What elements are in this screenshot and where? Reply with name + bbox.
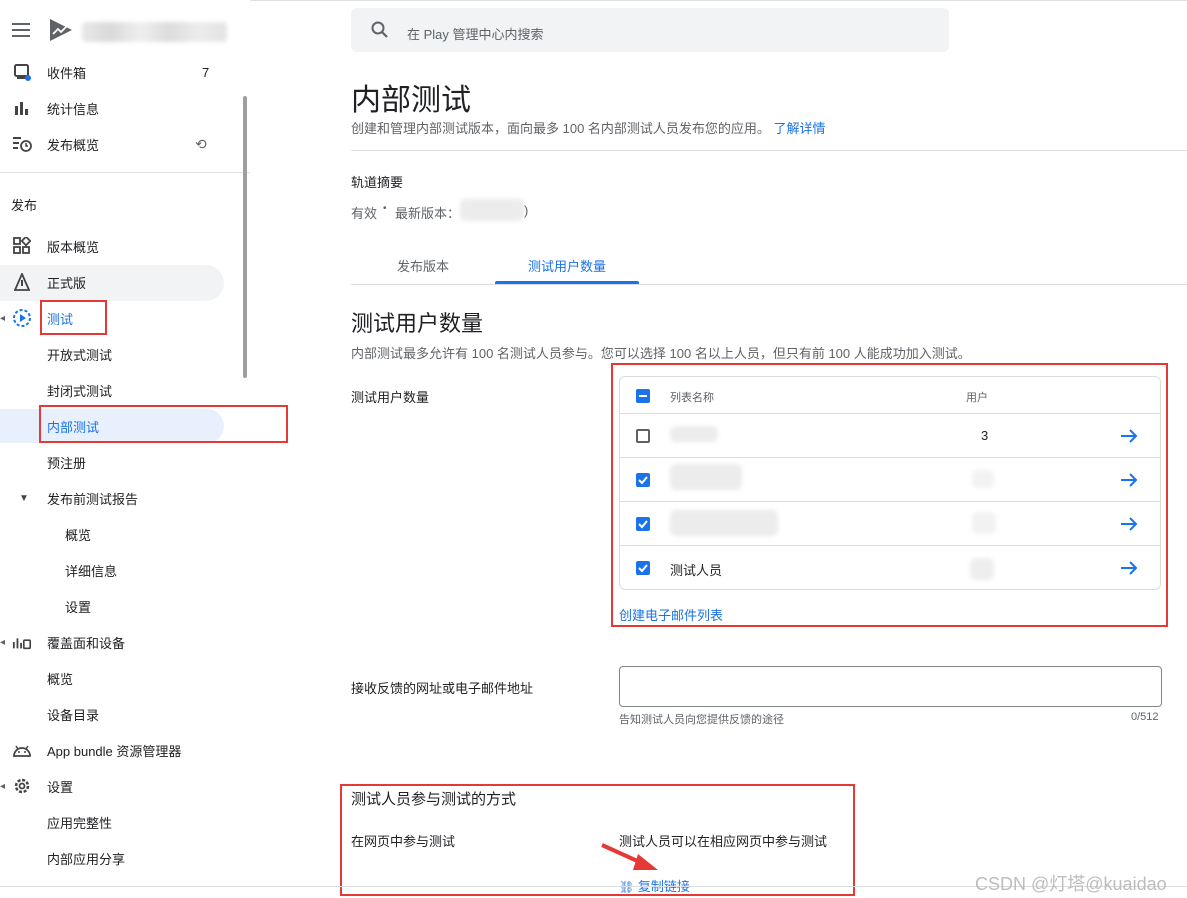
learn-more-link[interactable]: 了解详情 <box>774 121 826 136</box>
track-status: 有效 <box>351 206 378 221</box>
annotation-box-internal-testing <box>39 405 288 443</box>
sidebar-item-label: 详细信息 <box>65 563 118 579</box>
hover-highlight <box>0 265 224 301</box>
menu-icon[interactable] <box>12 23 30 37</box>
devices-chart-icon <box>12 632 32 652</box>
sidebar-item-label: 预注册 <box>47 455 87 471</box>
sidebar-item-label: 设置 <box>65 599 92 615</box>
collapse-caret-icon: ◂ <box>0 636 6 648</box>
gear-icon <box>12 776 32 796</box>
android-icon <box>12 740 32 760</box>
testers-section-title: 测试用户数量 <box>351 311 484 336</box>
sidebar-item-label: 版本概览 <box>47 239 100 255</box>
version-blurred <box>460 199 524 221</box>
sidebar-item-label: App bundle 资源管理器 <box>47 743 182 759</box>
sidebar-item-label: 内部应用分享 <box>47 851 126 867</box>
sidebar-item-label: 收件箱 <box>47 65 87 81</box>
feedback-counter: 0/512 <box>1131 711 1159 723</box>
testers-section-desc: 内部测试最多允许有 100 名测试人员参与。您可以选择 100 名以上人员，但只… <box>351 346 971 361</box>
tab-releases[interactable]: 发布版本 <box>351 250 495 284</box>
sidebar: 收件箱 7 统计信息 发布概览 ⟲ 发布 版本概览 正式版 ◂ 测试 开放式测试… <box>0 0 250 898</box>
play-console-logo <box>50 19 72 41</box>
page-subtitle-text: 创建和管理内部测试版本，面向最多 100 名内部测试人员发布您的应用。 <box>351 121 770 136</box>
sidebar-item-label: 开放式测试 <box>47 347 113 363</box>
bar-chart-icon <box>12 98 32 118</box>
sidebar-item-label: 正式版 <box>47 275 87 291</box>
section-heading: 发布 <box>11 198 38 213</box>
testers-field-label: 测试用户数量 <box>351 390 430 405</box>
search-bar[interactable]: 在 Play 管理中心内搜索 <box>351 8 949 52</box>
inbox-icon <box>12 62 32 82</box>
sidebar-item-label: 封闭式测试 <box>47 383 113 399</box>
app-name-blurred <box>82 22 227 42</box>
collapse-caret-icon: ◂ <box>0 780 6 792</box>
feedback-input[interactable] <box>619 666 1162 707</box>
tabs-divider <box>351 284 1187 285</box>
production-icon <box>12 272 32 292</box>
inbox-count: 7 <box>202 64 210 80</box>
chevron-down-icon: ▼ <box>19 492 29 504</box>
sidebar-scrollbar[interactable] <box>243 96 247 378</box>
sync-icon: ⟲ <box>195 135 207 152</box>
sidebar-item-label: 应用完整性 <box>47 815 113 831</box>
sidebar-item-label: 统计信息 <box>47 101 100 117</box>
watermark: CSDN @灯塔@kuaidao <box>975 874 1167 894</box>
tab-testers[interactable]: 测试用户数量 <box>495 250 639 284</box>
sidebar-item-label: 设备目录 <box>47 707 100 723</box>
divider <box>0 172 250 173</box>
sidebar-item-label: 发布前测试报告 <box>47 491 139 507</box>
sidebar-item-label: 发布概览 <box>47 137 100 153</box>
sidebar-item-label: 概览 <box>65 527 92 543</box>
divider <box>351 150 1187 151</box>
latest-version-label: 最新版本： <box>395 206 461 221</box>
dot-separator: • <box>383 203 387 214</box>
latest-version-suffix: ) <box>524 203 529 218</box>
top-border <box>250 0 1187 1</box>
dashboard-icon <box>12 236 32 256</box>
page-title: 内部测试 <box>351 84 471 117</box>
sidebar-item-label: 概览 <box>47 671 74 687</box>
sidebar-item-label: 覆盖面和设备 <box>47 635 126 651</box>
schedule-list-icon <box>12 134 32 154</box>
annotation-box-testing <box>40 300 107 335</box>
search-placeholder: 在 Play 管理中心内搜索 <box>407 27 544 42</box>
track-summary-heading: 轨道摘要 <box>351 175 404 190</box>
play-circle-icon <box>12 308 32 328</box>
annotation-box-tester-lists <box>611 363 1168 627</box>
feedback-label: 接收反馈的网址或电子邮件地址 <box>351 681 534 696</box>
annotation-box-join-method <box>340 784 855 896</box>
page-subtitle: 创建和管理内部测试版本，面向最多 100 名内部测试人员发布您的应用。 了解详情 <box>351 118 826 137</box>
search-icon <box>371 21 388 38</box>
collapse-caret-icon: ◂ <box>0 312 6 324</box>
feedback-helper: 告知测试人员向您提供反馈的途径 <box>619 714 784 726</box>
sidebar-item-label: 设置 <box>47 779 74 795</box>
